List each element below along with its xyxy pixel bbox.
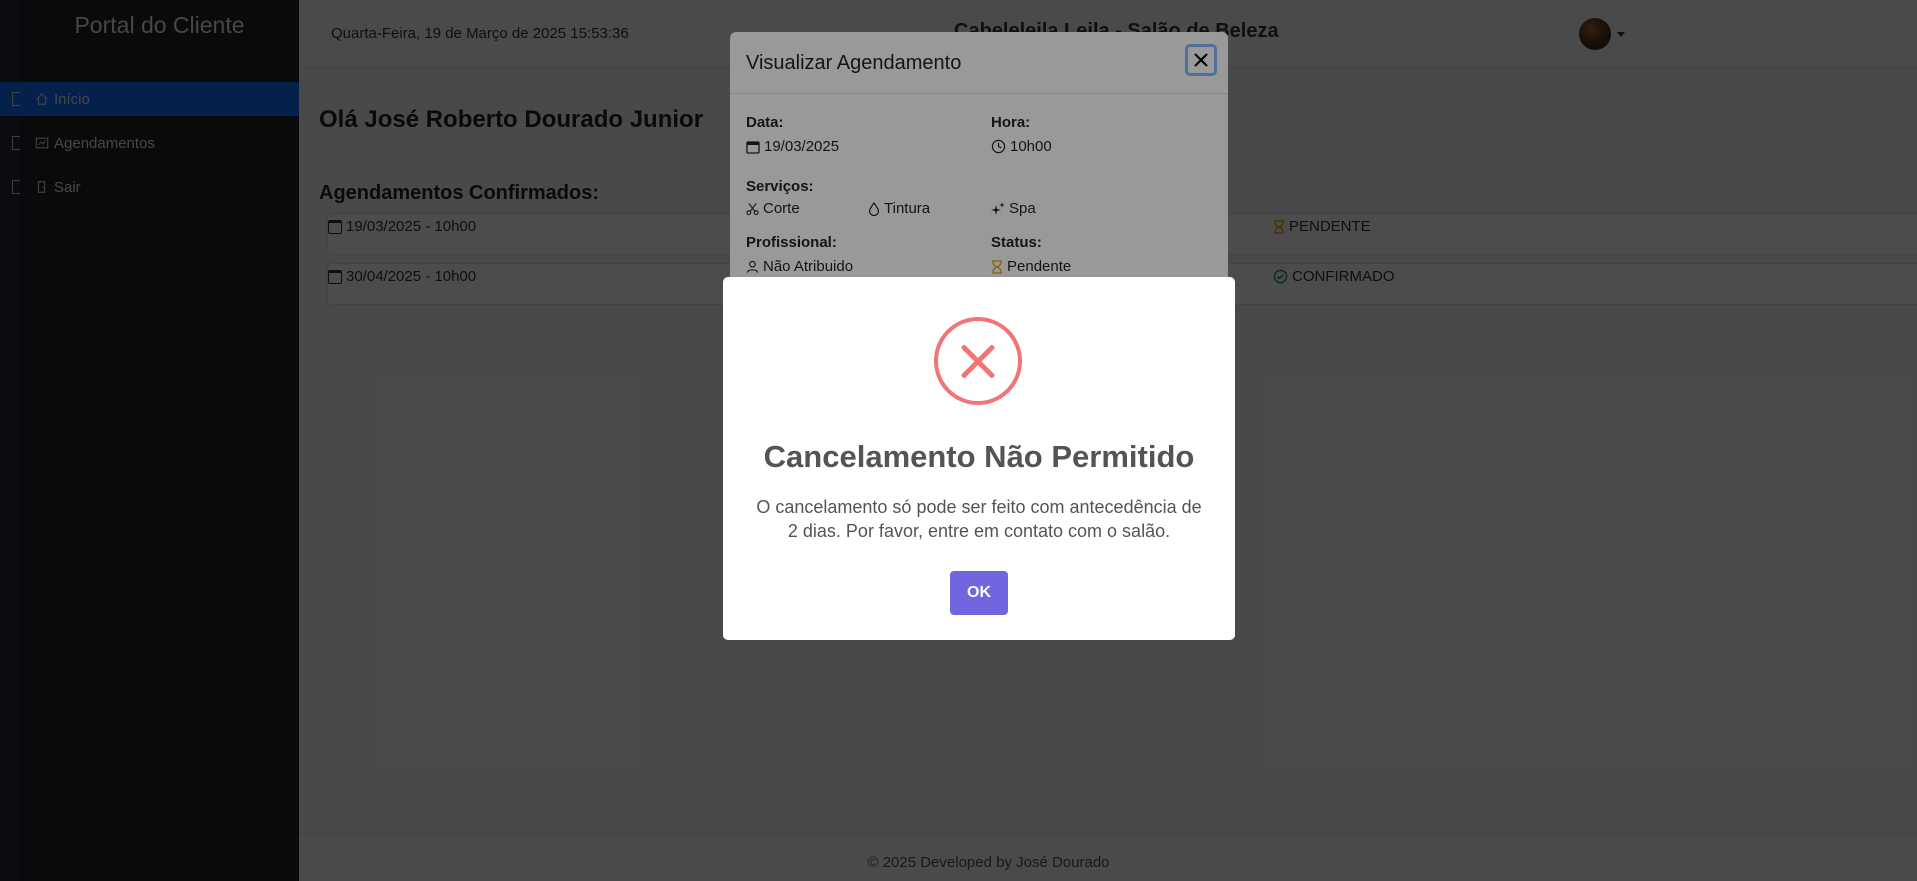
ok-button[interactable]: OK bbox=[950, 571, 1008, 615]
error-x-icon bbox=[934, 317, 1022, 405]
error-alert-dialog: Cancelamento Não Permitido O cancelament… bbox=[723, 277, 1235, 640]
alert-title: Cancelamento Não Permitido bbox=[763, 439, 1195, 474]
alert-message: O cancelamento só pode ser feito com ant… bbox=[756, 497, 1202, 541]
